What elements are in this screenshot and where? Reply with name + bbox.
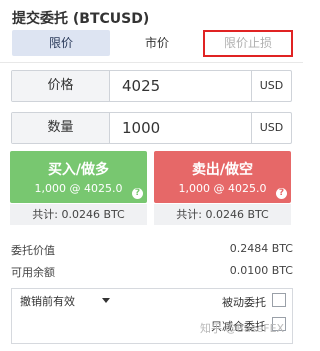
price-input[interactable] xyxy=(122,71,242,101)
chevron-down-icon xyxy=(102,298,110,303)
post-only-label: 被动委托 xyxy=(222,296,266,309)
tab-stop-limit[interactable]: 限价止损 xyxy=(204,30,292,56)
order-type-tabs: 限价 市价 限价止损 xyxy=(10,30,294,56)
balance-row: 可用余额 0.0100 BTC xyxy=(11,264,293,280)
sell-order-summary: 1,000 @ 4025.0 xyxy=(178,182,267,195)
quantity-unit: USD xyxy=(251,113,291,143)
time-in-force-select[interactable]: 撤销前有效 xyxy=(20,293,110,309)
tab-limit[interactable]: 限价 xyxy=(12,30,110,56)
divider xyxy=(0,62,303,63)
balance-value: 0.0100 BTC xyxy=(229,264,293,277)
order-value-row: 委托价值 0.2484 BTC xyxy=(11,242,293,258)
price-label: 价格 xyxy=(12,71,110,101)
help-icon[interactable]: ? xyxy=(132,188,143,199)
time-in-force-value: 撤销前有效 xyxy=(20,295,75,308)
order-panel: 提交委托 (BTCUSD) 限价 市价 限价止损 价格 USD 数量 USD 买… xyxy=(0,0,303,351)
price-unit: USD xyxy=(251,71,291,101)
watermark: 知乎 @BaseFEX xyxy=(200,322,285,335)
order-value: 0.2484 BTC xyxy=(229,242,293,255)
sell-short-button[interactable]: 卖出/做空 1,000 @ 4025.0 ? xyxy=(154,151,291,203)
tab-market[interactable]: 市价 xyxy=(114,30,200,56)
buy-order-summary: 1,000 @ 4025.0 xyxy=(34,182,123,195)
help-icon[interactable]: ? xyxy=(276,188,287,199)
buy-button-label: 买入/做多 xyxy=(47,162,110,178)
buy-long-button[interactable]: 买入/做多 1,000 @ 4025.0 ? xyxy=(10,151,147,203)
post-only-checkbox[interactable] xyxy=(272,293,286,307)
balance-label: 可用余额 xyxy=(11,266,55,279)
sell-total: 共计: 0.0246 BTC xyxy=(154,204,291,225)
sell-button-label: 卖出/做空 xyxy=(191,162,254,178)
quantity-label: 数量 xyxy=(12,113,110,143)
quantity-input[interactable] xyxy=(122,113,242,143)
quantity-field: 数量 USD xyxy=(11,112,292,144)
buy-total: 共计: 0.0246 BTC xyxy=(10,204,147,225)
price-field: 价格 USD xyxy=(11,70,292,102)
order-value-label: 委托价值 xyxy=(11,244,55,257)
panel-title: 提交委托 (BTCUSD) xyxy=(12,11,150,27)
